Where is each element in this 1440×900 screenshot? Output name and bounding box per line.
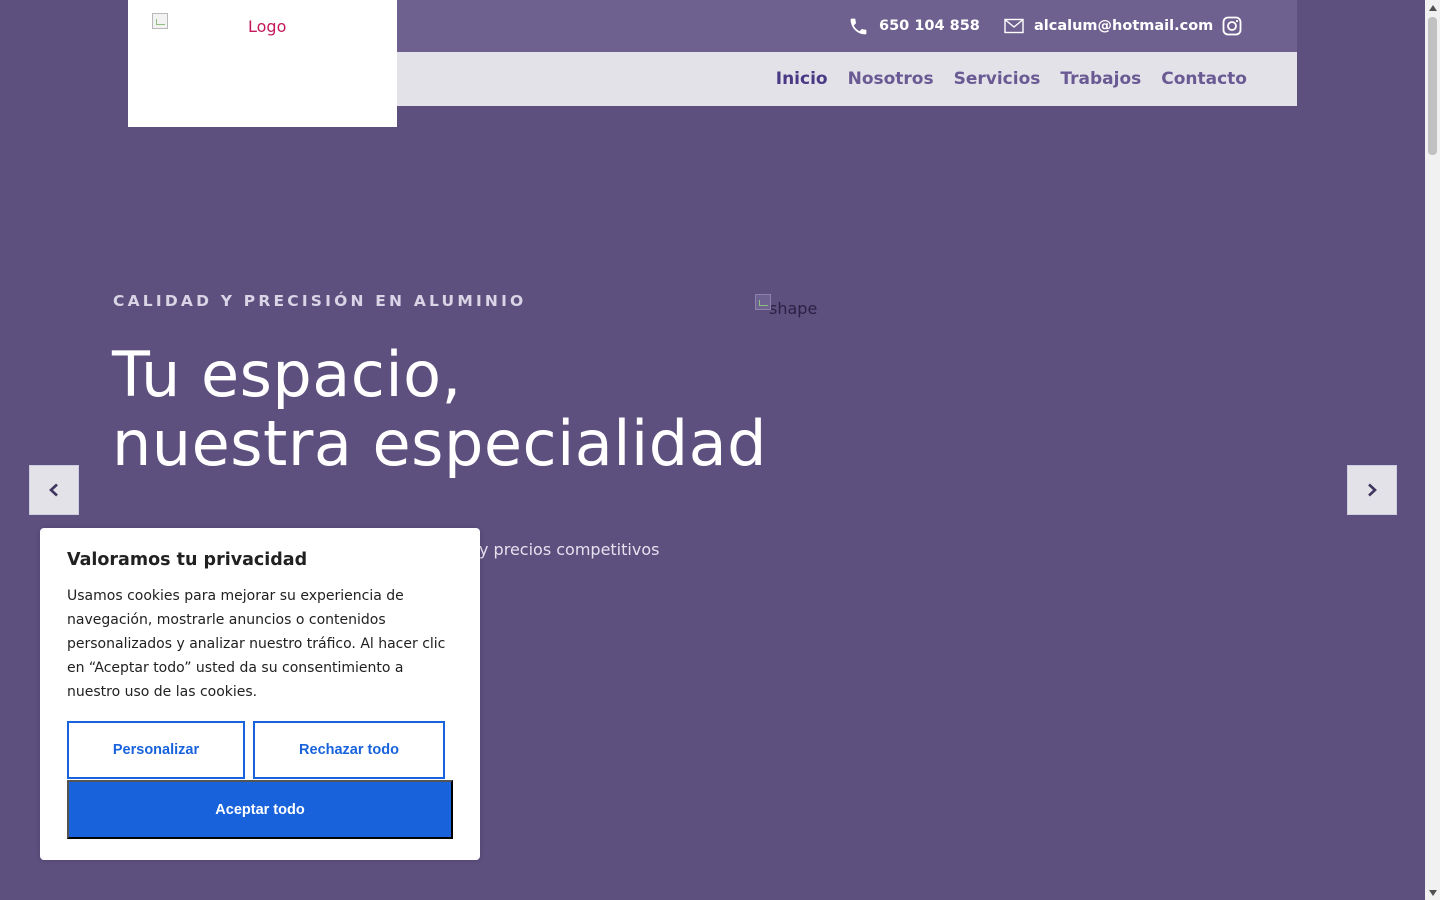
logo-image: Logo [152, 13, 286, 36]
shape-alt-text: shape [769, 299, 818, 318]
cookie-description: Usamos cookies para mejorar su experienc… [67, 588, 446, 700]
hero-subtitle-visible-part: y precios competitivos [479, 540, 660, 559]
hero-shape-image: shape [755, 294, 817, 318]
nav-item-servicios[interactable]: Servicios [954, 69, 1041, 89]
triangle-down-icon [1428, 889, 1437, 896]
cookie-consent-banner: Valoramos tu privacidad Usamos cookies p… [40, 528, 480, 860]
slider-next-button[interactable] [1347, 465, 1397, 515]
nav-item-nosotros[interactable]: Nosotros [848, 69, 934, 89]
broken-image-icon [152, 13, 168, 29]
phone-link[interactable]: 650 104 858 [848, 0, 980, 52]
email-address: alcalum@hotmail.com [1034, 18, 1214, 34]
slider-prev-button[interactable] [29, 465, 79, 515]
accept-all-button[interactable]: Aceptar todo [67, 780, 453, 839]
chevron-right-icon [1368, 483, 1377, 497]
page: 650 104 858 alcalum@hotmail.com Inicio N… [0, 0, 1425, 900]
cookie-title: Valoramos tu privacidad [67, 550, 308, 570]
logo-link[interactable]: Logo [128, 0, 397, 127]
hero-eyebrow: CALIDAD Y PRECISIÓN EN ALUMINIO [113, 292, 527, 310]
nav-item-contacto[interactable]: Contacto [1161, 69, 1247, 89]
logo-alt-text: Logo [248, 17, 287, 36]
hero-title: Tu espacio, nuestra especialidad [112, 340, 767, 478]
nav-item-inicio[interactable]: Inicio [776, 69, 828, 89]
chevron-left-icon [49, 483, 58, 497]
scroll-down-arrow[interactable] [1425, 885, 1440, 900]
instagram-link[interactable] [1222, 0, 1242, 52]
email-link[interactable]: alcalum@hotmail.com [1004, 0, 1213, 52]
phone-number: 650 104 858 [879, 18, 980, 34]
phone-icon [850, 18, 867, 34]
customize-button[interactable]: Personalizar [67, 721, 245, 779]
vertical-scrollbar[interactable] [1425, 0, 1440, 900]
broken-image-icon [755, 294, 771, 310]
hero-title-line-1: Tu espacio, [112, 338, 462, 411]
scrollbar-thumb[interactable] [1428, 17, 1437, 155]
mail-icon [1004, 18, 1024, 34]
hero-title-line-2: nuestra especialidad [112, 407, 767, 480]
nav-item-trabajos[interactable]: Trabajos [1060, 69, 1141, 89]
main-nav: Inicio Nosotros Servicios Trabajos Conta… [776, 52, 1247, 106]
scroll-up-arrow[interactable] [1425, 0, 1440, 15]
triangle-up-icon [1428, 4, 1437, 11]
reject-all-button[interactable]: Rechazar todo [253, 721, 445, 779]
instagram-icon [1222, 16, 1242, 36]
